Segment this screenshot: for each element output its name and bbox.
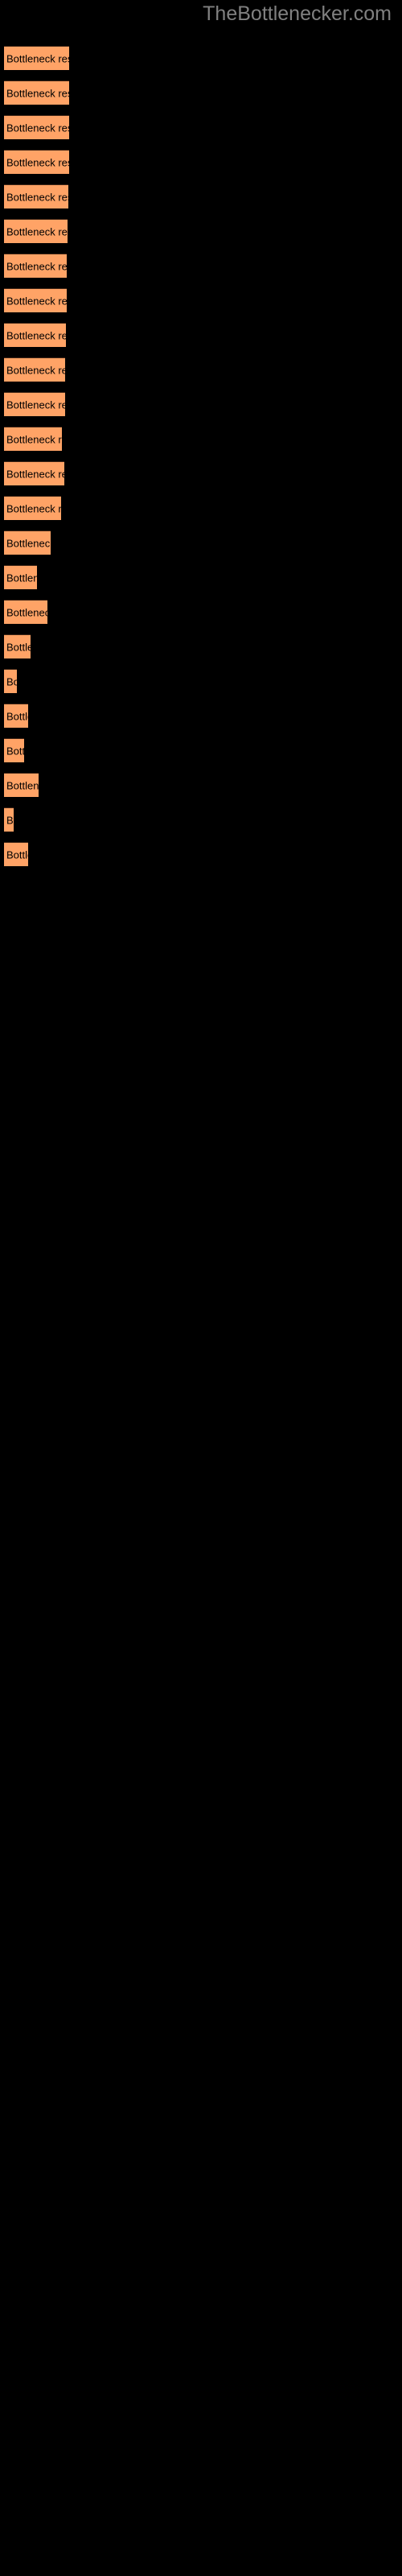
bottleneck-result-bar[interactable]: Bottleneck result xyxy=(4,565,37,589)
bar-label: Bottleneck result xyxy=(6,606,47,618)
bar-label: Bottleneck result xyxy=(6,502,61,514)
bottleneck-result-bar[interactable]: Bottleneck result xyxy=(4,392,65,416)
bar-label: Bottleneck result xyxy=(6,329,66,341)
bottleneck-result-bar[interactable]: Bottleneck result xyxy=(4,807,14,832)
bar-label: Bottleneck result xyxy=(6,537,51,549)
bottleneck-result-bar[interactable]: Bottleneck result xyxy=(4,634,31,658)
bar-row: Bottleneck result xyxy=(0,600,402,625)
chart-page: TheBottlenecker.com Bottleneck resultBot… xyxy=(0,0,402,2576)
bar-row: Bottleneck result xyxy=(0,323,402,348)
bar-row: Bottleneck result xyxy=(0,184,402,209)
bottleneck-result-bar[interactable]: Bottleneck result xyxy=(4,842,28,866)
bottleneck-result-bar[interactable]: Bottleneck result xyxy=(4,150,69,174)
bottleneck-result-bar[interactable]: Bottleneck result xyxy=(4,530,51,555)
bottleneck-result-bar[interactable]: Bottleneck result xyxy=(4,461,64,485)
bar-label: Bottleneck result xyxy=(6,87,69,99)
bar-label: Bottleneck result xyxy=(6,398,65,411)
bar-row: Bottleneck result xyxy=(0,842,402,867)
bar-row: Bottleneck result xyxy=(0,565,402,590)
bar-row: Bottleneck result xyxy=(0,738,402,763)
bar-row: Bottleneck result xyxy=(0,357,402,382)
bottleneck-result-bar[interactable]: Bottleneck result xyxy=(4,184,68,208)
bar-chart: Bottleneck result Bottleneck result Bottle… xyxy=(0,0,402,2576)
bar-label: Bottleneck result xyxy=(6,779,39,791)
bar-row: Bottleneck result xyxy=(0,634,402,659)
bar-label: Bottleneck result xyxy=(6,572,37,584)
bar-row: Bottleneck result xyxy=(0,254,402,279)
bar-row: Bottleneck result xyxy=(0,807,402,832)
bar-label: Bottleneck result xyxy=(6,710,28,722)
bar-row: Bottleneck result xyxy=(0,150,402,175)
bar-row: Bottleneck result xyxy=(0,530,402,555)
bar-row: Bottleneck result xyxy=(0,461,402,486)
bar-row: Bottleneck result xyxy=(0,115,402,140)
bar-row: Bottleneck result xyxy=(0,773,402,798)
bar-row: Bottleneck result xyxy=(0,427,402,452)
bottleneck-result-bar[interactable]: Bottleneck result xyxy=(4,323,66,347)
bottleneck-result-bar[interactable]: Bottleneck result xyxy=(4,600,47,624)
bar-label: Bottleneck result xyxy=(6,364,65,376)
bar-label: Bottleneck result xyxy=(6,122,69,134)
bottleneck-result-bar[interactable]: Bottleneck result xyxy=(4,357,65,382)
bar-label: Bottleneck result xyxy=(6,745,24,757)
bar-row: Bottleneck result xyxy=(0,669,402,694)
bottleneck-result-bar[interactable]: Bottleneck result xyxy=(4,427,62,451)
bottleneck-result-bar[interactable]: Bottleneck result xyxy=(4,46,69,70)
bottleneck-result-bar[interactable]: Bottleneck result xyxy=(4,738,24,762)
bar-label: Bottleneck result xyxy=(6,433,62,445)
bar-label: Bottleneck result xyxy=(6,191,68,203)
bar-label: Bottleneck result xyxy=(6,468,64,480)
bottleneck-result-bar[interactable]: Bottleneck result xyxy=(4,254,67,278)
bar-label: Bottleneck result xyxy=(6,295,67,307)
bar-row: Bottleneck result xyxy=(0,46,402,71)
bottleneck-result-bar[interactable]: Bottleneck result xyxy=(4,288,67,312)
bottleneck-result-bar[interactable]: Bottleneck result xyxy=(4,773,39,797)
bottleneck-result-bar[interactable]: Bottleneck result xyxy=(4,704,28,728)
bar-label: Bottleneck result xyxy=(6,675,17,687)
bar-row: Bottleneck result xyxy=(0,704,402,729)
bar-row: Bottleneck result xyxy=(0,496,402,521)
bar-label: Bottleneck result xyxy=(6,225,68,237)
bar-label: Bottleneck result xyxy=(6,52,69,64)
bar-label: Bottleneck result xyxy=(6,260,67,272)
bar-row: Bottleneck result xyxy=(0,392,402,417)
bottleneck-result-bar[interactable]: Bottleneck result xyxy=(4,669,17,693)
bottleneck-result-bar[interactable]: Bottleneck result xyxy=(4,496,61,520)
bottleneck-result-bar[interactable]: Bottleneck result xyxy=(4,115,69,139)
bottleneck-result-bar[interactable]: Bottleneck result xyxy=(4,80,69,105)
bar-row: Bottleneck result xyxy=(0,80,402,105)
bar-row: Bottleneck result xyxy=(0,288,402,313)
bar-label: Bottleneck result xyxy=(6,848,28,861)
bar-label: Bottleneck result xyxy=(6,814,14,826)
bar-label: Bottleneck result xyxy=(6,156,69,168)
bottleneck-result-bar[interactable]: Bottleneck result xyxy=(4,219,68,243)
bar-label: Bottleneck result xyxy=(6,641,31,653)
bar-row: Bottleneck result xyxy=(0,219,402,244)
